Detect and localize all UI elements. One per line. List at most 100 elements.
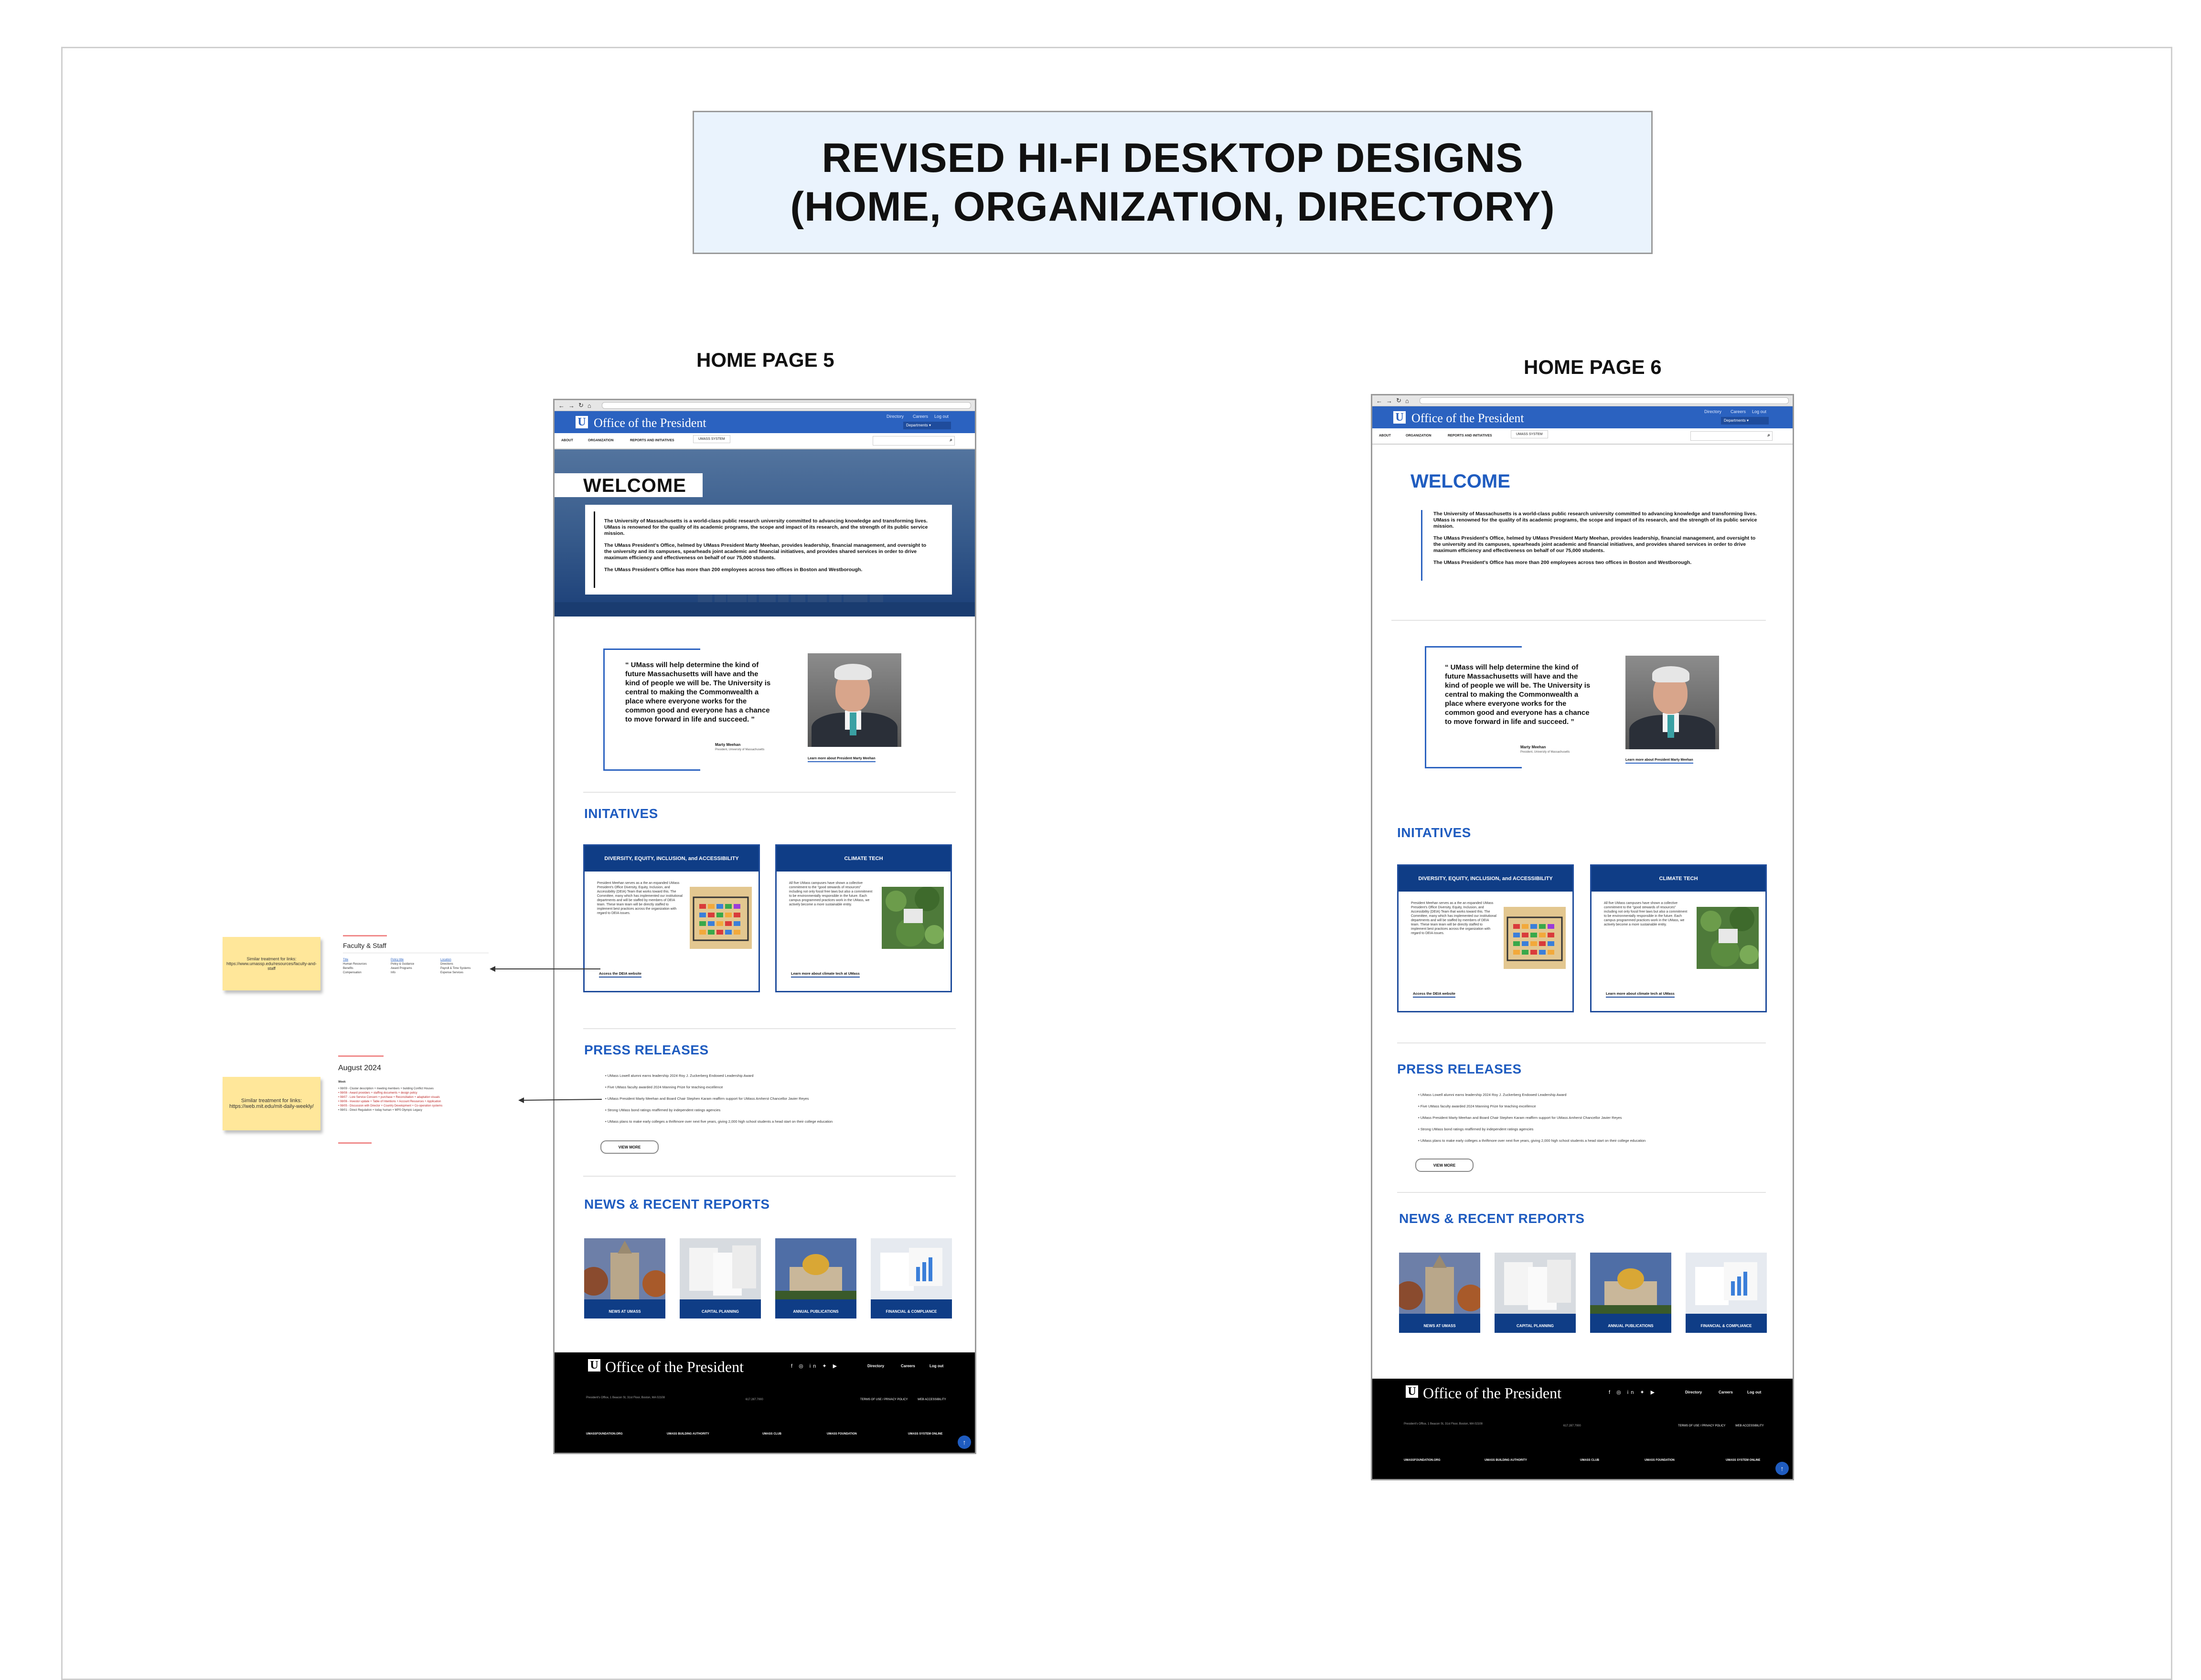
- social-icons[interactable]: f ◎ in ✦ ▶: [791, 1363, 839, 1369]
- footer-bottom-link[interactable]: UMASS SYSTEM ONLINE: [1726, 1459, 1760, 1462]
- nav-reports[interactable]: REPORTS AND INITIATIVES: [1448, 434, 1492, 437]
- address-bar[interactable]: [1419, 397, 1789, 404]
- august-item[interactable]: • 08/05 - Discussion with Director + Cou…: [338, 1104, 486, 1108]
- back-icon[interactable]: ←: [558, 402, 565, 409]
- august-item[interactable]: • 08/06 - Investor update + Table of Int…: [338, 1100, 486, 1104]
- search-icon[interactable]: ⌕: [950, 437, 952, 443]
- footer-link-careers[interactable]: Careers: [1719, 1390, 1733, 1394]
- home-icon[interactable]: ⌂: [588, 402, 591, 409]
- util-link-careers[interactable]: Careers: [913, 414, 928, 419]
- press-item[interactable]: • UMass plans to make early colleges a t…: [605, 1119, 833, 1124]
- site-title[interactable]: Office of the President: [1411, 411, 1524, 425]
- tile-financial[interactable]: FINANCIAL & COMPLIANCE: [1686, 1253, 1767, 1333]
- artboard-label-right: HOME PAGE 6: [1524, 356, 1662, 378]
- press-item[interactable]: • UMass plans to make early colleges a t…: [1418, 1138, 1645, 1143]
- nav-umass-system[interactable]: UMASS SYSTEM: [693, 435, 730, 443]
- press-item[interactable]: • Strong UMass bond ratings reaffirmed b…: [605, 1108, 720, 1112]
- umass-logo[interactable]: U: [576, 416, 588, 428]
- footer-bottom-link[interactable]: UMASSFOUNDATION.ORG: [1404, 1459, 1441, 1462]
- util-link-directory[interactable]: Directory: [1704, 409, 1721, 414]
- august-item[interactable]: • 08/01 - Direct Regulation + today huma…: [338, 1108, 486, 1113]
- documents-image: [680, 1238, 761, 1299]
- reload-icon[interactable]: ↻: [578, 402, 584, 409]
- forward-icon[interactable]: →: [1386, 397, 1392, 404]
- view-more-button[interactable]: VIEW MORE: [1415, 1159, 1474, 1172]
- card-climate-link[interactable]: Learn more about climate tech at UMass: [1606, 991, 1675, 998]
- footer-logo[interactable]: U: [1406, 1385, 1418, 1398]
- tile-news[interactable]: NEWS AT UMASS: [1399, 1253, 1480, 1333]
- card-climate-link[interactable]: Learn more about climate tech at UMass: [791, 971, 860, 978]
- site-title[interactable]: Office of the President: [594, 416, 706, 430]
- press-item[interactable]: • UMass Lowell alumni earns leadership 2…: [1418, 1093, 1567, 1097]
- util-link-careers[interactable]: Careers: [1731, 409, 1746, 414]
- nav-organization[interactable]: ORGANIZATION: [588, 439, 614, 442]
- footer-legal-terms[interactable]: TERMS OF USE / PRIVACY POLICY: [1678, 1425, 1725, 1427]
- footer-bottom-link[interactable]: UMASS CLUB: [762, 1433, 781, 1435]
- back-icon[interactable]: ←: [1376, 397, 1382, 404]
- footer-link-directory[interactable]: Directory: [867, 1364, 884, 1368]
- tile-annual[interactable]: ANNUAL PUBLICATIONS: [1590, 1253, 1671, 1333]
- footer-bottom-link[interactable]: UMASS BUILDING AUTHORITY: [667, 1433, 709, 1435]
- footer-phone: 617.287.7000: [1563, 1425, 1581, 1427]
- august-item[interactable]: • 08/08 - Award providers + staffing doc…: [338, 1091, 486, 1095]
- footer-bottom-link[interactable]: UMASS FOUNDATION: [827, 1433, 857, 1435]
- press-item[interactable]: • UMass President Marty Meehan and Board…: [605, 1096, 809, 1101]
- departments-dropdown[interactable]: Departments ▾: [903, 422, 951, 429]
- view-more-button[interactable]: VIEW MORE: [600, 1140, 659, 1154]
- footer-legal-accessibility[interactable]: WEB ACCESSIBILITY: [918, 1398, 946, 1401]
- home-icon[interactable]: ⌂: [1405, 397, 1409, 404]
- util-link-logout[interactable]: Log out: [1752, 409, 1766, 414]
- footer-link-logout[interactable]: Log out: [1747, 1390, 1761, 1394]
- card-deia-link[interactable]: Access the DEIA website: [599, 971, 641, 978]
- forward-icon[interactable]: →: [568, 402, 575, 409]
- back-to-top-icon[interactable]: ↑: [1775, 1462, 1789, 1475]
- search-input[interactable]: ⌕: [1690, 431, 1773, 441]
- footer-bottom-link[interactable]: UMASS BUILDING AUTHORITY: [1485, 1459, 1527, 1462]
- reload-icon[interactable]: ↻: [1396, 397, 1401, 404]
- departments-dropdown[interactable]: Departments ▾: [1721, 417, 1769, 425]
- press-item[interactable]: • UMass President Marty Meehan and Board…: [1418, 1116, 1622, 1120]
- press-item[interactable]: • Strong UMass bond ratings reaffirmed b…: [1418, 1127, 1533, 1131]
- footer-title[interactable]: Office of the President: [1423, 1384, 1561, 1402]
- press-item[interactable]: • Five UMass faculty awarded 2024 Mannin…: [605, 1085, 723, 1089]
- tile-capital[interactable]: CAPITAL PLANNING: [680, 1238, 761, 1318]
- nav-organization[interactable]: ORGANIZATION: [1406, 434, 1432, 437]
- util-link-logout[interactable]: Log out: [934, 414, 949, 419]
- search-icon[interactable]: ⌕: [1767, 433, 1770, 438]
- august-item[interactable]: • 08/09 - Cluster description + meeting …: [338, 1087, 486, 1091]
- util-link-directory[interactable]: Directory: [887, 414, 904, 419]
- august-item[interactable]: • 08/07 - Lore Service Concern + purchas…: [338, 1095, 486, 1100]
- footer-bottom-link[interactable]: UMASSFOUNDATION.ORG: [586, 1433, 623, 1435]
- nav-umass-system[interactable]: UMASS SYSTEM: [1511, 430, 1548, 438]
- footer-legal-terms[interactable]: TERMS OF USE / PRIVACY POLICY: [860, 1398, 908, 1401]
- tile-capital[interactable]: CAPITAL PLANNING: [1495, 1253, 1576, 1333]
- footer-bottom-link[interactable]: UMASS FOUNDATION: [1645, 1459, 1675, 1462]
- press-item[interactable]: • Five UMass faculty awarded 2024 Mannin…: [1418, 1104, 1536, 1108]
- learn-more-president-link[interactable]: Learn more about President Marty Meehan: [808, 757, 876, 762]
- press-item[interactable]: • UMass Lowell alumni earns leadership 2…: [605, 1074, 754, 1078]
- footer-logo[interactable]: U: [588, 1359, 600, 1372]
- intro-paragraph-3: The UMass President's Office has more th…: [604, 567, 863, 573]
- august-title: August 2024: [338, 1064, 381, 1072]
- footer-bottom-link[interactable]: UMASS CLUB: [1580, 1459, 1599, 1462]
- tile-annual[interactable]: ANNUAL PUBLICATIONS: [775, 1238, 856, 1318]
- footer-bottom-link[interactable]: UMASS SYSTEM ONLINE: [908, 1433, 942, 1435]
- tile-news[interactable]: NEWS AT UMASS: [584, 1238, 665, 1318]
- search-input[interactable]: ⌕: [873, 436, 955, 446]
- footer-link-logout[interactable]: Log out: [930, 1364, 943, 1368]
- umass-logo[interactable]: U: [1393, 411, 1406, 424]
- social-icons[interactable]: f ◎ in ✦ ▶: [1609, 1389, 1657, 1395]
- footer-legal-accessibility[interactable]: WEB ACCESSIBILITY: [1735, 1425, 1764, 1427]
- footer-link-careers[interactable]: Careers: [901, 1364, 915, 1368]
- card-deia-link[interactable]: Access the DEIA website: [1413, 991, 1455, 998]
- back-to-top-icon[interactable]: ↑: [958, 1435, 971, 1449]
- nav-about[interactable]: ABOUT: [1379, 434, 1391, 437]
- learn-more-president-link[interactable]: Learn more about President Marty Meehan: [1625, 758, 1693, 764]
- address-bar[interactable]: [601, 402, 971, 409]
- tile-financial[interactable]: FINANCIAL & COMPLIANCE: [871, 1238, 952, 1318]
- footer-link-directory[interactable]: Directory: [1685, 1390, 1702, 1394]
- quote-author-title: President, University of Massachusetts: [1520, 751, 1570, 754]
- nav-about[interactable]: ABOUT: [561, 439, 573, 442]
- footer-title[interactable]: Office of the President: [605, 1358, 744, 1376]
- nav-reports[interactable]: REPORTS AND INITIATIVES: [630, 439, 674, 442]
